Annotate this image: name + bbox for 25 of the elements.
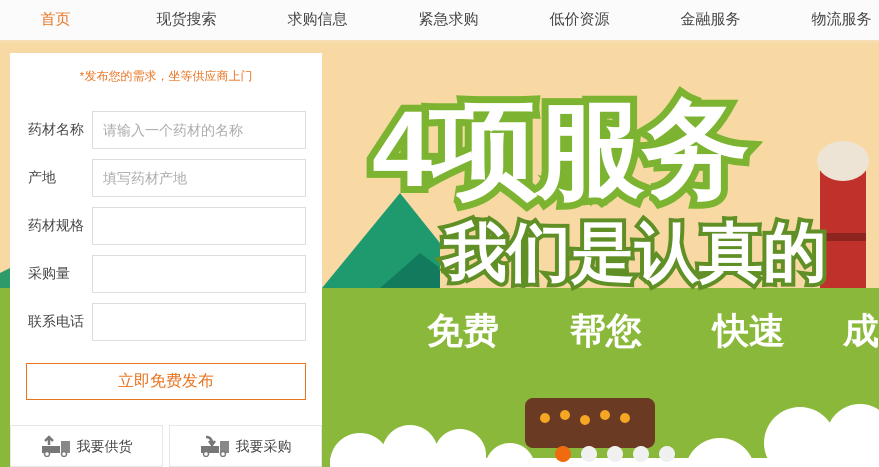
nav-tab[interactable]: 现货搜索 [121,8,252,32]
banner-tag: 帮您 [570,313,642,349]
input-field[interactable]: 填写药材产地 [92,159,306,197]
field-label: 产地 [28,168,57,187]
action-button[interactable]: 我要供货 [10,425,163,467]
input-field[interactable]: 请输入一个药材的名称 [92,111,306,149]
field-label: 联系电话 [28,312,85,331]
field-label: 采购量 [28,264,71,283]
input-field[interactable] [92,207,306,245]
field-label: 药材名称 [28,120,85,139]
nav-tab[interactable]: 金融服务 [645,8,776,32]
nav-tab[interactable]: 低价资源 [514,8,645,32]
form-note: *发布您的需求，坐等供应商上门 [78,68,254,85]
banner-tag: 成 [843,313,879,349]
truck-icon [40,435,70,457]
action-button[interactable]: 我要采购 [169,425,322,467]
nav-tab[interactable]: 求购信息 [252,8,383,32]
input-field[interactable] [92,303,306,341]
banner-tag: 免费 [427,313,499,349]
nav-tab[interactable]: 物流服务 [776,8,879,32]
input-field[interactable] [92,255,306,293]
nav-tab[interactable]: 紧急求购 [383,8,514,32]
truck-icon [200,435,230,457]
banner-tag: 快速 [713,313,785,349]
field-label: 药材规格 [28,216,85,235]
